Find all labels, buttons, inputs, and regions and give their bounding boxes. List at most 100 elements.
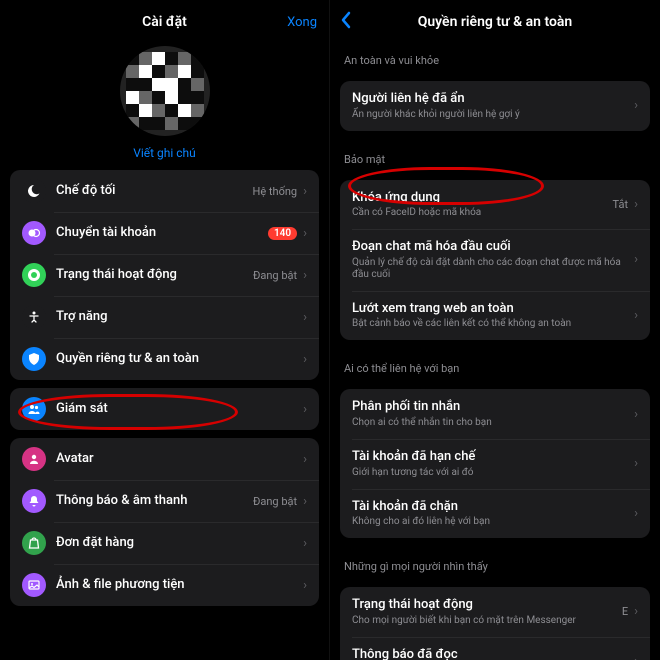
row-label: Avatar	[56, 451, 297, 467]
write-note-link[interactable]: Viết ghi chú	[133, 146, 196, 160]
row-label: Khóa ứng dụng	[352, 190, 607, 206]
settings3-row-0[interactable]: Avatar ›	[10, 438, 319, 480]
row-label: Quyền riêng tư & an toàn	[56, 351, 297, 367]
moon-icon	[22, 179, 46, 203]
row-subtitle: Không cho ai đó liên hệ với bạn	[352, 516, 628, 528]
chevron-right-icon: ›	[303, 494, 307, 509]
settings-pane: Cài đặt Xong Viết ghi chú Chế độ tối Hệ t…	[0, 0, 330, 660]
settings-group-2: Giám sát ›	[10, 388, 319, 430]
section-security: Khóa ứng dụngCần có FaceID hoặc mã khóa T…	[340, 180, 650, 341]
privacy-safety-pane: Quyền riêng tư & an toàn An toàn và vui …	[330, 0, 660, 660]
visibility-row-1[interactable]: Thông báo đã đọcMọi người sẽ biết khi bạ…	[340, 637, 650, 660]
chevron-right-icon: ›	[634, 654, 638, 660]
row-accessory: E	[622, 605, 628, 618]
security-row-2[interactable]: Lướt xem trang web an toànBật cảnh báo v…	[340, 291, 650, 341]
row-label: Phân phối tin nhắn	[352, 399, 628, 415]
chevron-right-icon: ›	[634, 197, 638, 212]
section-header-visibility: Những gì mọi người nhìn thấy	[330, 546, 660, 579]
switch-icon	[22, 221, 46, 245]
row-subtitle: Giới hạn tương tác với ai đó	[352, 467, 628, 479]
bell-icon	[22, 489, 46, 513]
row-subtitle: Cần có FaceID hoặc mã khóa	[352, 207, 607, 219]
row-label: Thông báo & âm thanh	[56, 493, 247, 509]
chevron-right-icon: ›	[634, 98, 638, 113]
shield-icon	[22, 347, 46, 371]
row-label: Trạng thái hoạt động	[56, 267, 247, 283]
section-header-contact: Ai có thể liên hệ với bạn	[330, 348, 660, 381]
done-button[interactable]: Xong	[287, 15, 317, 30]
row-label: Tài khoản đã hạn chế	[352, 449, 628, 465]
contact-row-0[interactable]: Phân phối tin nhắn Chọn ai có thể nhắn ti…	[340, 389, 650, 439]
chevron-right-icon: ›	[303, 452, 307, 467]
settings2-row-0[interactable]: Giám sát ›	[10, 388, 319, 430]
avatar[interactable]	[120, 46, 210, 136]
chevron-right-icon: ›	[303, 184, 307, 199]
settings1-row-2[interactable]: Trạng thái hoạt động Đang bật ›	[10, 254, 319, 296]
row-label: Giám sát	[56, 401, 297, 417]
section-contact: Phân phối tin nhắn Chọn ai có thể nhắn ti…	[340, 389, 650, 538]
row-label: Đoạn chat mã hóa đầu cuối	[352, 239, 628, 255]
security-row-1[interactable]: Đoạn chat mã hóa đầu cuối Quản lý chế độ …	[340, 229, 650, 291]
security-row-0[interactable]: Khóa ứng dụngCần có FaceID hoặc mã khóa T…	[340, 180, 650, 230]
chevron-right-icon: ›	[634, 506, 638, 521]
page-title: Quyền riêng tư & an toàn	[418, 14, 573, 30]
row-label: Lướt xem trang web an toàn	[352, 301, 628, 317]
back-button[interactable]	[340, 11, 352, 33]
chevron-right-icon: ›	[303, 402, 307, 417]
section-header-safety: An toàn và vui khỏe	[330, 40, 660, 73]
settings3-row-3[interactable]: Ảnh & file phương tiện ›	[10, 564, 319, 606]
section-visibility: Trạng thái hoạt động Cho mọi người biết k…	[340, 587, 650, 660]
people-icon	[22, 397, 46, 421]
access-icon	[22, 305, 46, 329]
contact-row-1[interactable]: Tài khoản đã hạn chế Giới hạn tương tác v…	[340, 439, 650, 489]
safety-row-0[interactable]: Người liên hệ đã ẩn Ẩn người khác khỏi ng…	[340, 81, 650, 131]
row-accessory: Đang bật	[253, 269, 297, 282]
chevron-right-icon: ›	[634, 308, 638, 323]
row-label: Ảnh & file phương tiện	[56, 577, 297, 593]
row-label: Trạng thái hoạt động	[352, 597, 616, 613]
settings1-row-3[interactable]: Trợ năng ›	[10, 296, 319, 338]
header: Quyền riêng tư & an toàn	[330, 4, 660, 40]
chevron-right-icon: ›	[303, 536, 307, 551]
dot-icon	[22, 263, 46, 287]
header: Cài đặt Xong	[0, 4, 329, 40]
section-header-security: Bảo mật	[330, 139, 660, 172]
row-label: Chuyển tài khoản	[56, 225, 268, 241]
avatar-pixelated	[126, 52, 204, 130]
settings1-row-0[interactable]: Chế độ tối Hệ thống ›	[10, 170, 319, 212]
chevron-right-icon: ›	[634, 456, 638, 471]
chevron-right-icon: ›	[303, 310, 307, 325]
row-subtitle: Quản lý chế độ cài đặt dành cho các đoạn…	[352, 257, 628, 281]
settings3-row-1[interactable]: Thông báo & âm thanh Đang bật ›	[10, 480, 319, 522]
row-subtitle: Cho mọi người biết khi bạn có mặt trên M…	[352, 615, 616, 627]
row-subtitle: Ẩn người khác khỏi người liên hệ gợi ý	[352, 109, 628, 121]
row-label: Chế độ tối	[56, 183, 247, 199]
row-accessory: Hệ thống	[253, 185, 298, 198]
chevron-right-icon: ›	[303, 268, 307, 283]
badge: 140	[268, 227, 297, 240]
profile-block: Viết ghi chú	[0, 46, 329, 160]
chevron-right-icon: ›	[634, 604, 638, 619]
visibility-row-0[interactable]: Trạng thái hoạt động Cho mọi người biết k…	[340, 587, 650, 637]
avatar-icon	[22, 447, 46, 471]
settings1-row-4[interactable]: Quyền riêng tư & an toàn ›	[10, 338, 319, 380]
chevron-right-icon: ›	[303, 352, 307, 367]
chevron-right-icon: ›	[303, 578, 307, 593]
row-label: Đơn đặt hàng	[56, 535, 297, 551]
row-label: Trợ năng	[56, 309, 297, 325]
page-title: Cài đặt	[142, 14, 187, 30]
settings-group-3: Avatar›Thông báo & âm thanhĐang bật›Đơn …	[10, 438, 319, 606]
bag-icon	[22, 531, 46, 555]
row-subtitle: Bật cảnh báo về các liên kết có thể khôn…	[352, 318, 628, 330]
settings1-row-1[interactable]: Chuyển tài khoản140›	[10, 212, 319, 254]
row-accessory: Đang bật	[253, 495, 297, 508]
section-safety: Người liên hệ đã ẩn Ẩn người khác khỏi ng…	[340, 81, 650, 131]
chevron-right-icon: ›	[634, 407, 638, 422]
chevron-right-icon: ›	[634, 252, 638, 267]
photo-icon	[22, 573, 46, 597]
settings3-row-2[interactable]: Đơn đặt hàng ›	[10, 522, 319, 564]
row-label: Người liên hệ đã ẩn	[352, 91, 628, 107]
row-subtitle: Chọn ai có thể nhắn tin cho bạn	[352, 417, 628, 429]
contact-row-2[interactable]: Tài khoản đã chặnKhông cho ai đó liên hệ…	[340, 489, 650, 539]
row-accessory: Tắt	[613, 198, 629, 211]
